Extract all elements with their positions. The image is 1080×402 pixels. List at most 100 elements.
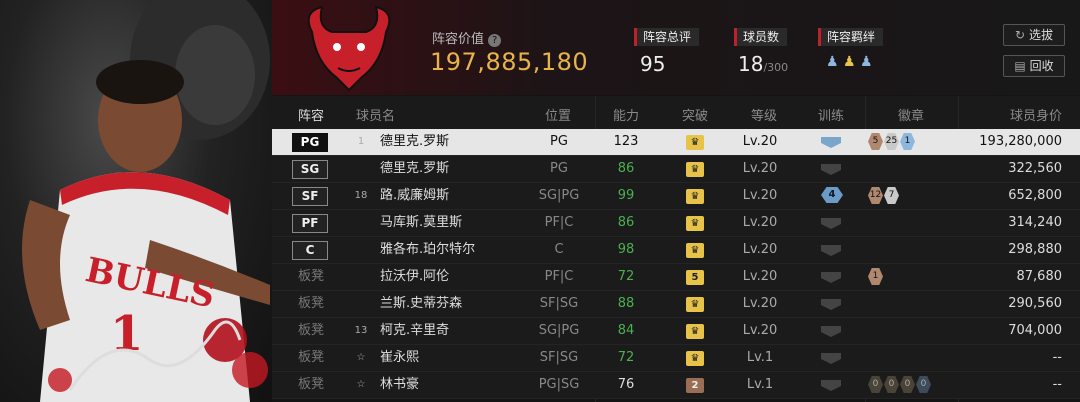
refresh-icon: ↻ — [1015, 28, 1026, 42]
player-name[interactable]: 林书豪 — [380, 372, 419, 398]
breakthrough-crown-icon[interactable]: ♛ — [686, 243, 704, 258]
training-shield-icon[interactable] — [821, 218, 841, 229]
player-hero-image: BULLS 1 — [0, 0, 272, 402]
breakthrough-crown-icon[interactable]: ♛ — [686, 189, 704, 204]
table-row[interactable]: 板凳 兰斯.史蒂芬森 SF|SG 88 ♛ Lv.20 290,560 — [272, 291, 1080, 318]
breakthrough-crown-icon[interactable]: ♛ — [686, 162, 704, 177]
training-shield-icon[interactable] — [821, 353, 841, 364]
player-rating: 98 — [617, 242, 635, 257]
badge-icon: 0 — [900, 376, 915, 393]
badge-list[interactable]: 1 — [868, 268, 883, 285]
badge-icon: 1 — [868, 268, 883, 285]
breakthrough-crown-icon[interactable]: ♛ — [686, 351, 704, 366]
breakthrough-crown-icon[interactable]: ♛ — [686, 135, 704, 150]
player-rating: 88 — [617, 296, 635, 311]
help-icon[interactable]: ? — [488, 34, 502, 47]
bulls-logo — [302, 2, 396, 94]
col-rating[interactable]: 能力 — [613, 105, 639, 124]
lineup-slot-bench: 板凳 — [298, 377, 325, 392]
breakthrough-crown-icon[interactable]: ♛ — [686, 297, 704, 312]
player-level: Lv.20 — [742, 296, 778, 311]
player-name[interactable]: 崔永熙 — [380, 345, 419, 371]
table-row[interactable]: 板凳 13 柯克.辛里奇 SG|PG 84 ♛ Lv.20 704,000 — [272, 318, 1080, 345]
training-shield-icon[interactable] — [821, 245, 841, 256]
players-stat: 球员数 18/300 — [734, 26, 788, 76]
breakthrough-crown-icon[interactable]: 2 — [686, 378, 704, 393]
player-name[interactable]: 德里克.罗斯 — [380, 129, 449, 155]
table-row[interactable]: 板凳 拉沃伊.阿伦 PF|C 72 5 Lv.20 1 87,680 — [272, 264, 1080, 291]
table-row[interactable]: SG 德里克.罗斯 PG 86 ♛ Lv.20 322,560 — [272, 156, 1080, 183]
players-label: 球员数 — [734, 28, 788, 46]
table-row[interactable]: C 雅各布.珀尔特尔 C 98 ♛ Lv.20 298,880 — [272, 237, 1080, 264]
player-level: Lv.20 — [742, 134, 778, 149]
table-row[interactable]: PF 马库斯.莫里斯 PF|C 86 ♛ Lv.20 314,240 — [272, 210, 1080, 237]
table-row[interactable]: PG 1 德里克.罗斯 PG 123 ♛ Lv.20 5 25 1 193,280,000 — [272, 129, 1080, 156]
player-name[interactable]: 路.威廉姆斯 — [380, 183, 449, 209]
player-position: SF|SG — [539, 350, 579, 365]
recycle-icon: ▤ — [1014, 59, 1026, 73]
table-row[interactable]: 板凳 ☆ 崔永熙 SF|SG 72 ♛ Lv.1 -- — [272, 345, 1080, 372]
player-value: 652,800 — [1008, 188, 1062, 203]
player-position: PG — [550, 134, 568, 149]
training-shield-icon[interactable] — [821, 299, 841, 310]
player-name[interactable]: 拉沃伊.阿伦 — [380, 264, 449, 290]
breakthrough-crown-icon[interactable]: ♛ — [686, 216, 704, 231]
overall-label: 阵容总评 — [634, 28, 700, 46]
breakthrough-crown-icon[interactable]: ♛ — [686, 324, 704, 339]
lineup-slot-bench: 板凳 — [298, 323, 325, 338]
overall-stat: 阵容总评 95 — [634, 26, 700, 76]
player-value: -- — [1052, 350, 1062, 365]
lineup-value-label: 阵容价值 ? — [432, 28, 502, 47]
players-max: /300 — [763, 61, 789, 74]
badge-list[interactable]: 12 7 — [868, 187, 899, 204]
jersey-number-icon — [352, 242, 370, 258]
player-rating: 99 — [617, 188, 635, 203]
col-value[interactable]: 球员身价 — [1010, 105, 1062, 124]
player-value: 290,560 — [1008, 296, 1062, 311]
player-name[interactable]: 德里克.罗斯 — [380, 156, 449, 182]
player-name[interactable]: 兰斯.史蒂芬森 — [380, 291, 462, 317]
player-value: 193,280,000 — [979, 134, 1062, 149]
badge-list[interactable]: 5 25 1 — [868, 133, 915, 150]
col-name[interactable]: 球员名 — [356, 105, 395, 124]
col-breakthrough[interactable]: 突破 — [682, 105, 708, 124]
player-rating: 76 — [617, 377, 635, 392]
recycle-button[interactable]: ▤ 回收 — [1003, 55, 1065, 77]
jersey-number-icon — [352, 269, 370, 285]
training-shield-icon[interactable] — [821, 164, 841, 175]
badge-icon: 7 — [884, 187, 899, 204]
col-lineup[interactable]: 阵容 — [298, 105, 324, 124]
jersey-number-icon — [352, 296, 370, 312]
player-name[interactable]: 雅各布.珀尔特尔 — [380, 237, 475, 263]
lineup-slot-badge: PG — [292, 133, 328, 152]
overall-value: 95 — [640, 52, 666, 76]
player-value: 704,000 — [1008, 323, 1062, 338]
lineup-slot-bench: 板凳 — [298, 269, 325, 284]
lineup-slot-bench: 板凳 — [298, 296, 325, 311]
jersey-number-icon: 13 — [354, 325, 368, 336]
player-value: -- — [1052, 377, 1062, 392]
badge-list[interactable]: 0000 — [868, 376, 931, 393]
player-position: PF|C — [544, 269, 574, 284]
col-position[interactable]: 位置 — [545, 105, 571, 124]
training-shield-icon[interactable] — [821, 137, 841, 148]
col-training[interactable]: 训练 — [818, 105, 844, 124]
training-shield-icon[interactable] — [821, 272, 841, 283]
col-badges[interactable]: 徽章 — [898, 105, 924, 124]
player-name[interactable]: 柯克.辛里奇 — [380, 318, 449, 344]
player-level: Lv.1 — [746, 377, 774, 392]
player-name[interactable]: 马库斯.莫里斯 — [380, 210, 462, 236]
training-badge-icon[interactable]: 4 — [821, 187, 843, 203]
table-row[interactable]: SF 18 路.威廉姆斯 SG|PG 99 ♛ Lv.20 4 12 7 652,800 — [272, 183, 1080, 210]
player-level: Lv.20 — [742, 215, 778, 230]
training-shield-icon[interactable] — [821, 326, 841, 337]
lineup-slot-bench: 板凳 — [298, 350, 325, 365]
chem-group-icon: ♟ — [826, 54, 839, 70]
col-level[interactable]: 等级 — [751, 105, 777, 124]
table-row[interactable]: 板凳 ☆ 林书豪 PG|SG 76 2 Lv.1 0 0 0 0 -- — [272, 372, 1080, 399]
training-shield-icon[interactable] — [821, 380, 841, 391]
breakthrough-crown-icon[interactable]: 5 — [686, 270, 704, 285]
select-button[interactable]: ↻ 选拔 — [1003, 24, 1065, 46]
chemistry-icons[interactable]: ♟ ♟ ♟ — [818, 54, 883, 70]
player-level: Lv.20 — [742, 323, 778, 338]
